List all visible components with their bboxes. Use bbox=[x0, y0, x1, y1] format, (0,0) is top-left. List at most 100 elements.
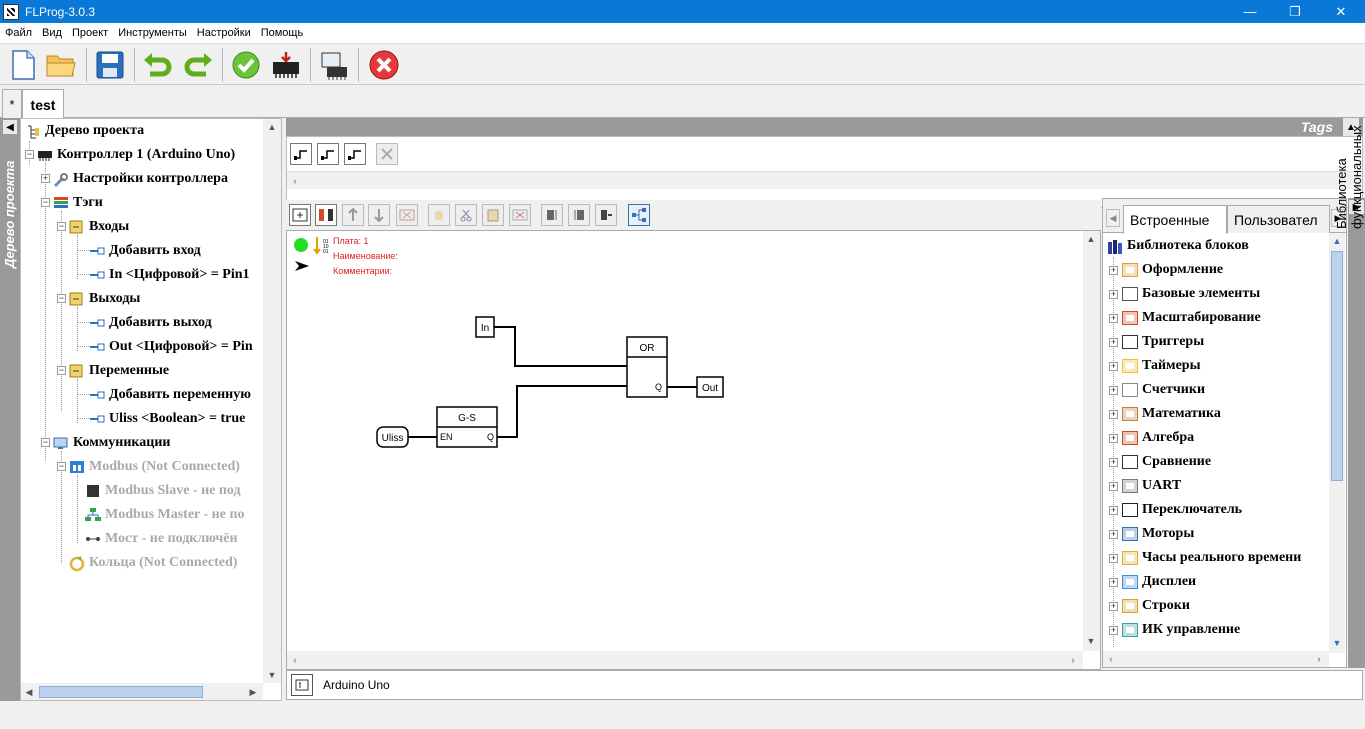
input-block-in[interactable]: In bbox=[475, 316, 495, 338]
check-project-button[interactable] bbox=[229, 48, 263, 82]
library-expand-toggle[interactable]: + bbox=[1109, 361, 1118, 371]
library-expand-toggle[interactable]: + bbox=[1109, 313, 1118, 323]
library-item-displays[interactable]: + Дисплеи bbox=[1109, 571, 1196, 593]
tree-input-in[interactable]: In <Цифровой> = Pin1 bbox=[89, 264, 250, 286]
tree-add-output[interactable]: Добавить выход bbox=[89, 312, 212, 334]
menu-settings[interactable]: Настройки bbox=[192, 27, 256, 39]
show-links-button[interactable] bbox=[628, 204, 650, 226]
library-expand-toggle[interactable]: + bbox=[1109, 601, 1118, 611]
variable-block-uliss[interactable]: Uliss bbox=[376, 426, 409, 448]
tree-expand-toggle[interactable]: − bbox=[57, 366, 66, 375]
tree-inputs[interactable]: Входы bbox=[69, 216, 129, 238]
tab-test[interactable]: test bbox=[22, 89, 64, 119]
delete-board-button[interactable] bbox=[396, 204, 418, 226]
tab-new[interactable]: * bbox=[2, 89, 22, 118]
scroll-right-icon[interactable]: › bbox=[1311, 651, 1327, 667]
tree-expand-toggle[interactable]: − bbox=[41, 198, 50, 207]
library-expand-toggle[interactable]: + bbox=[1109, 457, 1118, 467]
menu-tools[interactable]: Инструменты bbox=[113, 27, 192, 39]
add-input-tag-button[interactable] bbox=[290, 143, 312, 165]
minimize-button[interactable]: — bbox=[1227, 0, 1273, 23]
tree-tags[interactable]: Тэги bbox=[53, 192, 103, 214]
library-item-scaling[interactable]: + Масштабирование bbox=[1109, 307, 1261, 329]
tree-controller[interactable]: Контроллер 1 (Arduino Uno) bbox=[37, 144, 235, 166]
paste-button[interactable] bbox=[482, 204, 504, 226]
tree-root[interactable]: Дерево проекта bbox=[25, 120, 144, 142]
align-left-button[interactable] bbox=[541, 204, 563, 226]
menu-file[interactable]: Файл bbox=[0, 27, 37, 39]
tab-scroll-left-icon[interactable]: ◀ bbox=[1106, 209, 1120, 227]
library-item-counters[interactable]: + Счетчики bbox=[1109, 379, 1205, 401]
program-canvas[interactable]: 01 10 01 Плата: 1 Наименование: Коммента… bbox=[286, 230, 1101, 670]
library-expand-toggle[interactable]: + bbox=[1109, 625, 1118, 635]
tree-expand-toggle[interactable]: − bbox=[25, 150, 34, 159]
tree-add-input[interactable]: Добавить вход bbox=[89, 240, 201, 262]
library-vertical-scrollbar[interactable]: ▲ ▼ bbox=[1329, 233, 1345, 653]
scroll-up-icon[interactable]: ▲ bbox=[1083, 231, 1099, 247]
library-item-base-elements[interactable]: + Базовые элементы bbox=[1109, 283, 1260, 305]
library-expand-toggle[interactable]: + bbox=[1109, 505, 1118, 515]
library-horizontal-scrollbar[interactable]: ‹ › bbox=[1103, 651, 1329, 667]
collapse-left-icon[interactable]: ◀ bbox=[3, 120, 17, 134]
tree-bridge[interactable]: Мост - не подключён bbox=[85, 528, 238, 550]
library-expand-toggle[interactable]: + bbox=[1109, 553, 1118, 563]
maximize-button[interactable]: ❐ bbox=[1272, 0, 1318, 23]
delete-block-button[interactable] bbox=[509, 204, 531, 226]
tree-modbus-master[interactable]: Modbus Master - не по bbox=[85, 504, 245, 526]
tree-output-out[interactable]: Out <Цифровой> = Pin bbox=[89, 336, 253, 358]
tree-expand-toggle[interactable]: − bbox=[57, 294, 66, 303]
tree-scroll-thumb[interactable] bbox=[39, 686, 203, 698]
tree-expand-toggle[interactable]: − bbox=[57, 462, 66, 471]
library-item-algebra[interactable]: + Алгебра bbox=[1109, 427, 1194, 449]
library-expand-toggle[interactable]: + bbox=[1109, 529, 1118, 539]
scroll-up-icon[interactable]: ▲ bbox=[264, 119, 280, 135]
library-item-ir-control[interactable]: + ИК управление bbox=[1109, 619, 1240, 641]
or-block[interactable]: OR Q bbox=[626, 336, 668, 398]
close-window-button[interactable]: ✕ bbox=[1318, 0, 1364, 23]
tab-user[interactable]: Пользовател bbox=[1227, 205, 1330, 233]
board-collapse-icon[interactable] bbox=[313, 237, 321, 255]
library-expand-toggle[interactable]: + bbox=[1109, 433, 1118, 443]
open-folder-button[interactable] bbox=[44, 48, 78, 82]
library-expand-toggle[interactable]: + bbox=[1109, 265, 1118, 275]
library-item-timers[interactable]: + Таймеры bbox=[1109, 355, 1201, 377]
tree-controller-settings[interactable]: Настройки контроллера bbox=[53, 168, 228, 190]
scroll-left-icon[interactable]: ‹ bbox=[287, 652, 303, 668]
library-expand-toggle[interactable]: + bbox=[1109, 337, 1118, 347]
scroll-down-icon[interactable]: ▼ bbox=[264, 667, 280, 683]
tags-panel-header[interactable]: Tags ▲ bbox=[286, 118, 1363, 136]
library-item-compare[interactable]: + Сравнение bbox=[1109, 451, 1211, 473]
scroll-down-icon[interactable]: ▼ bbox=[1329, 635, 1345, 651]
library-strip[interactable]: ▶ Библиотека функциональных блоков bbox=[1334, 125, 1365, 668]
tree-modbus-slave[interactable]: Modbus Slave - не под bbox=[85, 480, 241, 502]
save-button[interactable] bbox=[93, 48, 127, 82]
library-expand-toggle[interactable]: + bbox=[1109, 481, 1118, 491]
tree-communications[interactable]: Коммуникации bbox=[53, 432, 170, 454]
library-expand-toggle[interactable]: + bbox=[1109, 289, 1118, 299]
library-item-math[interactable]: + Математика bbox=[1109, 403, 1221, 425]
move-down-button[interactable] bbox=[368, 204, 390, 226]
move-up-button[interactable] bbox=[342, 204, 364, 226]
tree-add-variable[interactable]: Добавить переменную bbox=[89, 384, 251, 406]
controller-settings-button[interactable] bbox=[317, 48, 351, 82]
tree-outputs[interactable]: Выходы bbox=[69, 288, 140, 310]
library-item-triggers[interactable]: + Триггеры bbox=[1109, 331, 1204, 353]
redo-button[interactable] bbox=[181, 48, 215, 82]
project-tree-strip[interactable]: ◀ Дерево проекта bbox=[0, 118, 20, 701]
scroll-left-icon[interactable]: ◀ bbox=[21, 684, 37, 700]
tags-horizontal-scrollbar[interactable]: ‹ › bbox=[287, 171, 1362, 189]
stop-button[interactable] bbox=[367, 48, 401, 82]
tree-expand-toggle[interactable]: − bbox=[41, 438, 50, 447]
library-item-design[interactable]: + Оформление bbox=[1109, 259, 1223, 281]
tree-modbus[interactable]: Modbus (Not Connected) bbox=[69, 456, 240, 478]
scroll-right-icon[interactable]: ▶ bbox=[245, 684, 261, 700]
library-item-switch[interactable]: + Переключатель bbox=[1109, 499, 1242, 521]
upload-to-controller-button[interactable] bbox=[269, 48, 303, 82]
add-variable-tag-button[interactable] bbox=[344, 143, 366, 165]
cut-button[interactable] bbox=[455, 204, 477, 226]
menu-help[interactable]: Помощь bbox=[256, 27, 309, 39]
gs-block[interactable]: G-S EN Q bbox=[436, 406, 498, 448]
controller-info-button[interactable] bbox=[291, 674, 313, 696]
scroll-down-icon[interactable]: ▼ bbox=[1083, 633, 1099, 649]
library-expand-toggle[interactable]: + bbox=[1109, 577, 1118, 587]
